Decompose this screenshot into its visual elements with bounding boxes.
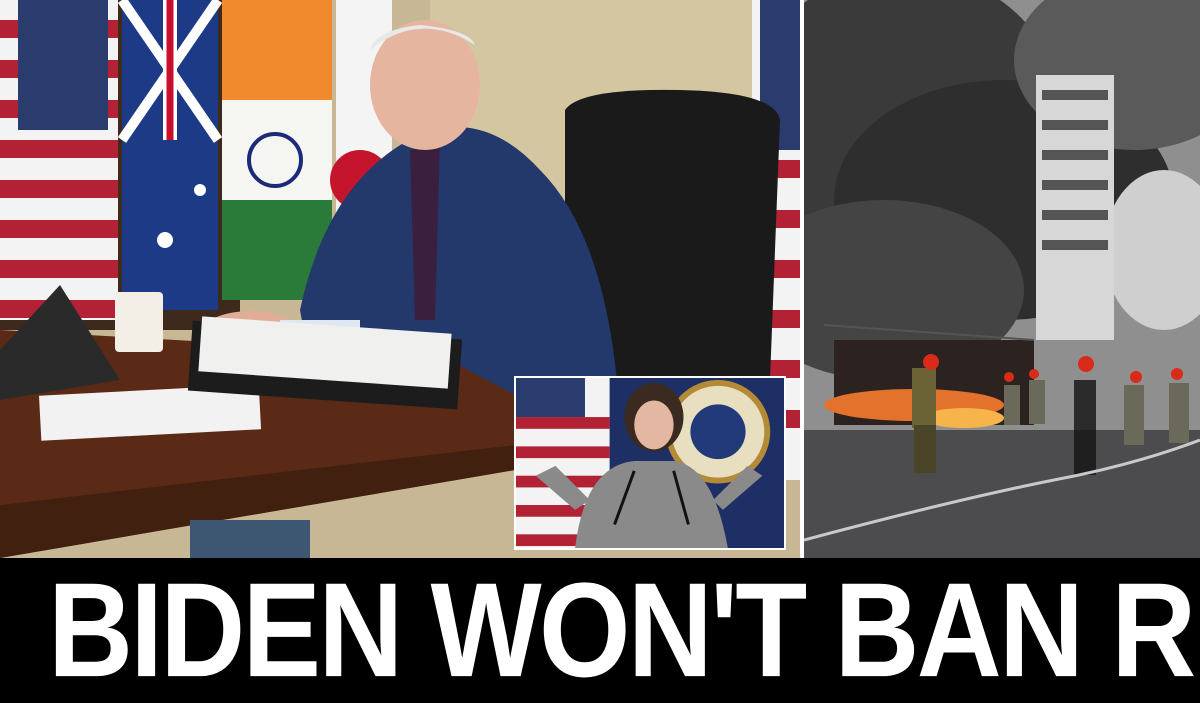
headline-text: BIDEN WON'T BAN RUSSIAN OIL xyxy=(48,558,1200,703)
smoke-cloud xyxy=(804,0,1200,380)
inset-photo-podium-speaker xyxy=(514,376,786,550)
street xyxy=(804,430,1200,558)
headline-banner: BIDEN WON'T BAN RUSSIAN OIL xyxy=(0,558,1200,703)
podium-illustration xyxy=(516,378,784,548)
office-building xyxy=(1036,75,1114,340)
australia-flag xyxy=(117,0,223,310)
right-photo-fire-scene xyxy=(804,0,1200,558)
india-flag xyxy=(222,0,332,300)
us-flag-left xyxy=(0,0,118,320)
fire-scene-illustration xyxy=(804,0,1200,558)
